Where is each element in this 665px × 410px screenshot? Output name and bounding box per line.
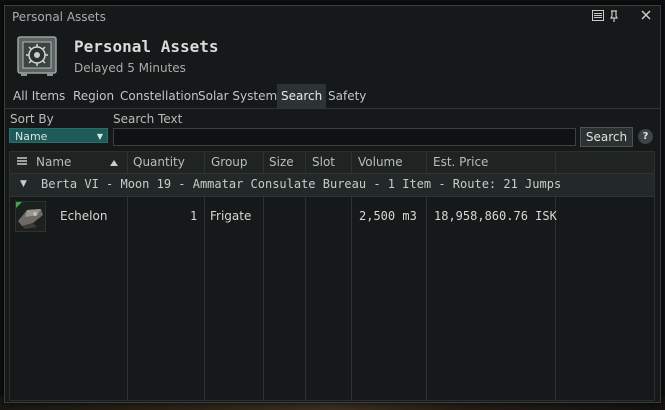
column-header-est-price[interactable]: Est. Price: [433, 152, 488, 173]
sort-ascending-icon: [110, 152, 118, 173]
column-header-volume[interactable]: Volume: [358, 152, 403, 173]
page-subtitle: Delayed 5 Minutes: [74, 61, 186, 75]
safe-icon: [16, 35, 58, 77]
help-icon[interactable]: ?: [638, 129, 653, 144]
tab-safety[interactable]: Safety: [324, 84, 370, 108]
close-icon[interactable]: [639, 10, 653, 24]
tab-all-items[interactable]: All Items: [9, 84, 69, 108]
tab-search[interactable]: Search: [277, 84, 327, 108]
chevron-down-icon: ▼: [96, 132, 103, 141]
sort-by-value: Name: [15, 130, 48, 143]
personal-assets-window: Personal Assets Personal Assets Delayed …: [4, 5, 661, 403]
search-text-label: Search Text: [113, 112, 183, 126]
page-title: Personal Assets: [74, 37, 219, 56]
column-header-name[interactable]: Name: [36, 152, 71, 173]
column-header-group[interactable]: Group: [211, 152, 248, 173]
column-header-size[interactable]: Size: [269, 152, 294, 173]
column-header-quantity[interactable]: Quantity: [133, 152, 185, 173]
frigate-ship-icon: [14, 200, 47, 233]
tab-solar-system[interactable]: Solar System: [194, 84, 281, 108]
pin-icon[interactable]: [607, 10, 621, 24]
title-bar[interactable]: Personal Assets: [5, 6, 660, 28]
item-quantity: 1: [190, 209, 198, 223]
window-title: Personal Assets: [12, 10, 106, 24]
search-button[interactable]: Search: [580, 127, 633, 147]
table-header: Name Quantity Group Size Slot Volume Est…: [10, 152, 654, 174]
location-group-label: Berta VI - Moon 19 - Ammatar Consulate B…: [41, 177, 562, 191]
tab-region[interactable]: Region: [69, 84, 118, 108]
column-header-slot[interactable]: Slot: [312, 152, 335, 173]
expand-arrow-icon[interactable]: ▼: [20, 179, 27, 189]
tab-constellation[interactable]: Constellation: [116, 84, 203, 108]
sort-by-label: Sort By: [10, 112, 54, 126]
assets-table: Name Quantity Group Size Slot Volume Est…: [9, 151, 655, 401]
compact-icon[interactable]: [591, 10, 605, 24]
item-volume: 2,500 m3: [359, 209, 417, 223]
location-group-row[interactable]: ▼ Berta VI - Moon 19 - Ammatar Consulate…: [10, 174, 654, 197]
table-row[interactable]: Echelon 1 Frigate 2,500 m3 18,958,860.76…: [10, 197, 654, 235]
item-name: Echelon: [60, 209, 108, 223]
tab-bar: All Items Region Constellation Solar Sys…: [5, 84, 660, 109]
item-est-price: 18,958,860.76 ISK: [434, 209, 557, 223]
search-input[interactable]: [113, 128, 576, 146]
window-header: Personal Assets Delayed 5 Minutes: [5, 28, 660, 86]
sort-by-dropdown[interactable]: Name ▼: [9, 128, 108, 143]
item-group: Frigate: [210, 209, 252, 223]
column-options-icon[interactable]: [16, 152, 28, 173]
